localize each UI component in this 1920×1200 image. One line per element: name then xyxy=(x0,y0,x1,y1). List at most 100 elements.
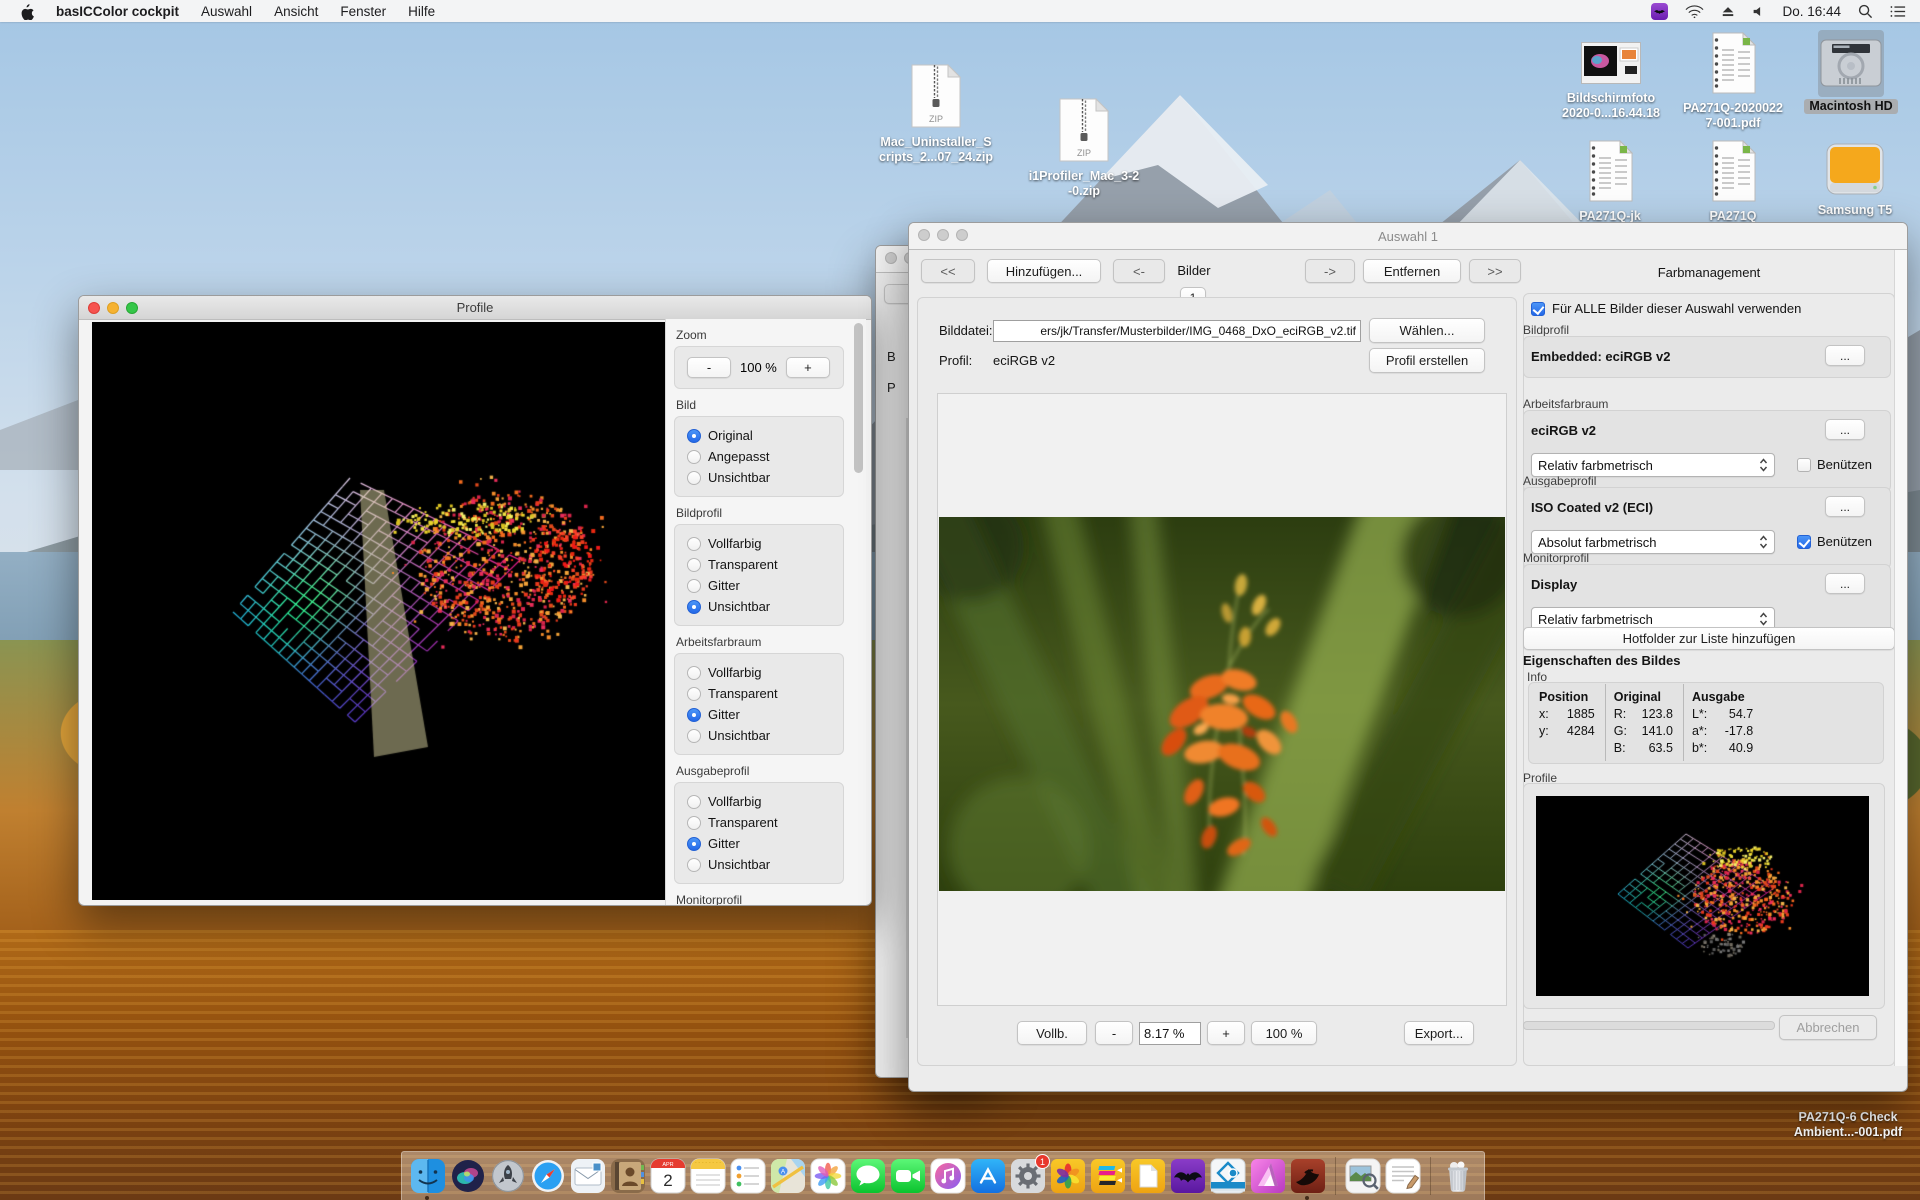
choose-profile-button[interactable]: ... xyxy=(1825,496,1865,517)
radio-option-original[interactable]: Original xyxy=(687,425,843,446)
desktop-icon-t5[interactable]: Samsung T5 xyxy=(1790,142,1920,218)
dock-finder-icon[interactable] xyxy=(411,1159,445,1193)
choose-profile-button[interactable]: ... xyxy=(1825,419,1865,440)
choose-file-button[interactable]: Wählen... xyxy=(1369,318,1485,343)
desktop-icon-pdf1[interactable]: PA271Q-20200227-001.pdf xyxy=(1668,32,1798,131)
menu-fenster[interactable]: Fenster xyxy=(340,4,386,19)
dock-safari-icon[interactable] xyxy=(531,1159,565,1193)
profile-titlebar[interactable]: Profile xyxy=(79,296,871,320)
use-all-row[interactable]: Für ALLE Bilder dieser Auswahl verwenden xyxy=(1531,301,1801,316)
viewer-zoom-100-button[interactable]: 100 % xyxy=(1251,1021,1317,1045)
dock-facetime-icon[interactable] xyxy=(891,1159,925,1193)
zoom-window-icon[interactable] xyxy=(126,302,138,314)
remove-image-button[interactable]: Entfernen xyxy=(1363,259,1461,283)
use-all-checkbox[interactable] xyxy=(1531,302,1545,316)
next-image-button[interactable]: -> xyxy=(1305,259,1355,283)
hotfolder-button[interactable]: Hotfolder zur Liste hinzufügen xyxy=(1523,627,1895,650)
last-image-button[interactable]: >> xyxy=(1469,259,1521,283)
benutzen-checkbox[interactable] xyxy=(1797,535,1811,549)
bilddatei-path-field[interactable]: ers/jk/Transfer/Musterbilder/IMG_0468_Dx… xyxy=(993,320,1361,342)
auswahl-window[interactable]: Auswahl 1 << Hinzufügen... <- Bilder 1 -… xyxy=(908,222,1908,1092)
desktop-icon-pdf3[interactable]: PA271Q xyxy=(1668,140,1798,224)
viewer-zoom-field[interactable]: 8.17 % xyxy=(1139,1022,1201,1045)
auswahl-titlebar[interactable]: Auswahl 1 xyxy=(909,223,1907,250)
choose-profile-button[interactable]: ... xyxy=(1825,345,1865,366)
benutzen-row[interactable]: Benützen xyxy=(1797,457,1872,472)
radio-option-transparent[interactable]: Transparent xyxy=(687,683,843,704)
desktop-icon-hd[interactable]: Macintosh HD xyxy=(1786,30,1916,114)
panel-scrollbar[interactable] xyxy=(854,323,863,473)
close-icon[interactable] xyxy=(885,252,897,264)
dock-itunes-icon[interactable] xyxy=(931,1159,965,1193)
radio-option-unsichtbar[interactable]: Unsichtbar xyxy=(687,725,843,746)
dock-bat-purple-app-icon[interactable] xyxy=(1171,1159,1205,1193)
desktop-icon-zip1[interactable]: ZIPMac_Uninstaller_Scripts_2...07_24.zip xyxy=(871,64,1001,165)
spotlight-icon[interactable] xyxy=(1858,4,1873,19)
dock-color-pinwheel-app-icon[interactable] xyxy=(1051,1159,1085,1193)
benutzen-checkbox[interactable] xyxy=(1797,458,1811,472)
radio-option-unsichtbar[interactable]: Unsichtbar xyxy=(687,467,843,488)
viewer-zoom-out-button[interactable]: - xyxy=(1095,1021,1133,1045)
dock-display-calibration-app-icon[interactable] xyxy=(1211,1159,1245,1193)
radio-option-vollfarbig[interactable]: Vollfarbig xyxy=(687,533,843,554)
viewer-zoom-in-button[interactable]: + xyxy=(1207,1021,1245,1045)
desktop-icon-pdf2[interactable]: PA271Q-jk xyxy=(1545,140,1675,224)
dock-paper-document-app-icon[interactable] xyxy=(1131,1159,1165,1193)
desktop-icon-pdfcorner[interactable]: PA271Q-6 CheckAmbient...-001.pdf xyxy=(1783,1090,1913,1140)
choose-profile-button[interactable]: ... xyxy=(1825,573,1865,594)
eject-icon[interactable] xyxy=(1721,5,1735,18)
dock-app-store-icon[interactable] xyxy=(971,1159,1005,1193)
dock-siri-icon[interactable] xyxy=(451,1159,485,1193)
dock-system-preferences-icon[interactable]: 1 xyxy=(1011,1159,1045,1193)
minimize-icon[interactable] xyxy=(937,229,949,241)
radio-option-unsichtbar[interactable]: Unsichtbar xyxy=(687,596,843,617)
radio-option-transparent[interactable]: Transparent xyxy=(687,812,843,833)
menu-clock[interactable]: Do. 16:44 xyxy=(1782,4,1841,19)
dock-reminders-icon[interactable] xyxy=(731,1159,765,1193)
dock-preview-icon[interactable] xyxy=(1346,1159,1380,1193)
dock-maps-icon[interactable]: A xyxy=(771,1159,805,1193)
radio-option-vollfarbig[interactable]: Vollfarbig xyxy=(687,791,843,812)
desktop-icon-zip2[interactable]: ZIPi1Profiler_Mac_3-2-0.zip xyxy=(1019,98,1149,199)
wifi-icon[interactable] xyxy=(1685,4,1704,19)
export-button[interactable]: Export... xyxy=(1404,1021,1474,1045)
close-icon[interactable] xyxy=(88,302,100,314)
radio-option-transparent[interactable]: Transparent xyxy=(687,554,843,575)
dock-affinity-photo-icon[interactable] xyxy=(1251,1159,1285,1193)
dock-launchpad-icon[interactable] xyxy=(491,1159,525,1193)
desktop-icon-shot[interactable]: Bildschirmfoto2020-0...16.44.18 xyxy=(1546,42,1676,121)
fullscreen-button[interactable]: Vollb. xyxy=(1017,1021,1087,1045)
dock-color-separation-app-icon[interactable] xyxy=(1091,1159,1125,1193)
dock-calendar-icon[interactable]: APR2 xyxy=(651,1159,685,1193)
radio-option-angepasst[interactable]: Angepasst xyxy=(687,446,843,467)
benutzen-row[interactable]: Benützen xyxy=(1797,534,1872,549)
notification-center-icon[interactable] xyxy=(1890,5,1906,18)
abbrechen-button[interactable]: Abbrechen xyxy=(1779,1015,1877,1040)
dock-textedit-icon[interactable] xyxy=(1386,1159,1420,1193)
window-scrollbar[interactable] xyxy=(1894,250,1907,1066)
add-images-button[interactable]: Hinzufügen... xyxy=(987,259,1101,283)
volume-icon[interactable] xyxy=(1752,5,1765,18)
apple-menu-icon[interactable] xyxy=(20,3,34,20)
radio-option-vollfarbig[interactable]: Vollfarbig xyxy=(687,662,843,683)
menu-auswahl[interactable]: Auswahl xyxy=(201,4,252,19)
photo-crocosmia[interactable] xyxy=(939,517,1505,891)
first-image-button[interactable]: << xyxy=(921,259,975,283)
profile-window[interactable]: Profile Zoom - 100 % + BildOriginalAngep… xyxy=(78,295,872,906)
close-icon[interactable] xyxy=(918,229,930,241)
gamut-3d-view[interactable] xyxy=(92,322,665,900)
radio-option-unsichtbar[interactable]: Unsichtbar xyxy=(687,854,843,875)
radio-option-gitter[interactable]: Gitter xyxy=(687,833,843,854)
create-profile-button[interactable]: Profil erstellen xyxy=(1369,348,1485,373)
dock-contacts-icon[interactable] xyxy=(611,1159,645,1193)
menu-app-name[interactable]: basICColor cockpit xyxy=(56,4,179,19)
zoom-in-button[interactable]: + xyxy=(786,357,830,378)
radio-option-gitter[interactable]: Gitter xyxy=(687,575,843,596)
dock-mail-icon[interactable] xyxy=(571,1159,605,1193)
dock-messages-icon[interactable] xyxy=(851,1159,885,1193)
menu-hilfe[interactable]: Hilfe xyxy=(408,4,435,19)
minimize-icon[interactable] xyxy=(107,302,119,314)
dock-notes-icon[interactable] xyxy=(691,1159,725,1193)
radio-option-gitter[interactable]: Gitter xyxy=(687,704,843,725)
zoom-out-button[interactable]: - xyxy=(687,357,731,378)
